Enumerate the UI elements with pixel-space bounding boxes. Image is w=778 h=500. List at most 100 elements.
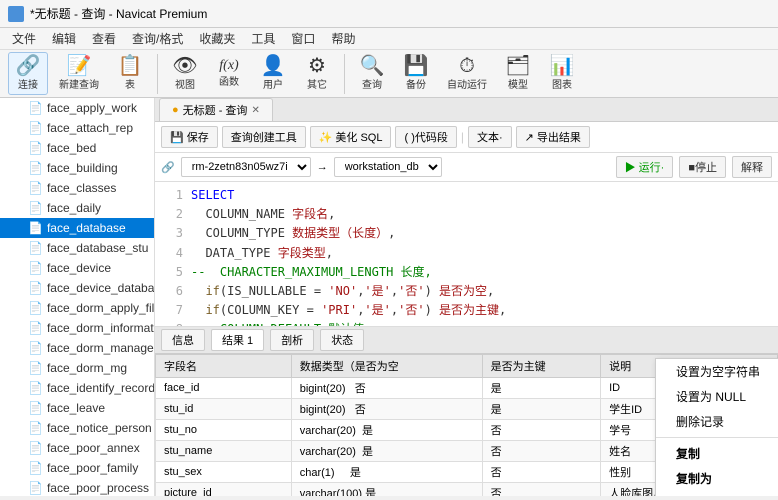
- save-label: 保存: [187, 129, 209, 145]
- beautify-label: 美化 SQL: [335, 129, 382, 145]
- sidebar: 📄face_apply_work 📄face_attach_rep 📄face_…: [0, 98, 155, 496]
- table-button[interactable]: 📋 表: [110, 52, 150, 95]
- run-label: 运行·: [639, 162, 665, 174]
- app-icon: [8, 6, 24, 22]
- query-toolbar: 💾 保存 查询创建工具 ✨ 美化 SQL ( )代码段 | 文本· ↗ 导出结果: [155, 122, 778, 153]
- explain-label: 解释: [741, 162, 763, 174]
- sidebar-item-classes[interactable]: 📄face_classes: [0, 178, 154, 198]
- result-1-tab[interactable]: 结果 1: [211, 329, 264, 351]
- export-icon: ↗: [525, 131, 534, 144]
- sidebar-item-poor-process[interactable]: 📄face_poor_process: [0, 478, 154, 496]
- ctx-paste[interactable]: 粘贴: [656, 491, 778, 496]
- ctx-set-null[interactable]: 设置为 NULL: [656, 384, 778, 409]
- sidebar-item-attach-rep[interactable]: 📄face_attach_rep: [0, 118, 154, 138]
- code-editor[interactable]: 1SELECT 2 COLUMN_NAME 字段名, 3 COLUMN_TYPE…: [155, 182, 778, 327]
- sidebar-item-leave[interactable]: 📄face_leave: [0, 398, 154, 418]
- status-tab[interactable]: 状态: [320, 329, 364, 351]
- beautify-icon: ✨: [319, 131, 333, 144]
- other-icon: ⚙: [308, 56, 326, 76]
- view-icon: 👁: [172, 56, 197, 76]
- main-toolbar: 🔗 连接 📝 新建查询 📋 表 👁 视图 f(x) 函数 👤 用户 ⚙ 其它 🔍…: [0, 50, 778, 98]
- menu-item-查看[interactable]: 查看: [84, 28, 124, 49]
- backup-icon: 💾: [404, 56, 429, 76]
- ctx-set-empty-string[interactable]: 设置为空字符串: [656, 359, 778, 384]
- user-button[interactable]: 👤 用户: [253, 52, 293, 95]
- view-label: 视图: [175, 76, 195, 91]
- model-icon: 🗂: [505, 56, 530, 76]
- db-bar: 🔗 rm-2zetn83n05wz7i → workstation_db ▶ 运…: [155, 153, 778, 182]
- function-icon: f(x): [219, 59, 238, 73]
- stop-button[interactable]: ■停止: [679, 156, 726, 178]
- sidebar-item-apply-work[interactable]: 📄face_apply_work: [0, 98, 154, 118]
- view-button[interactable]: 👁 视图: [165, 52, 205, 95]
- other-button[interactable]: ⚙ 其它: [297, 52, 337, 95]
- sidebar-item-device-database[interactable]: 📄face_device_database: [0, 278, 154, 298]
- query-builder-button[interactable]: 查询创建工具: [222, 126, 306, 148]
- ctx-copy-as[interactable]: 复制为: [656, 466, 778, 491]
- other-label: 其它: [307, 76, 327, 91]
- sidebar-item-database[interactable]: 📄face_database: [0, 218, 154, 238]
- sidebar-item-bed[interactable]: 📄face_bed: [0, 138, 154, 158]
- export-button[interactable]: ↗ 导出结果: [516, 126, 590, 148]
- col-is-pk: 是否为主键: [482, 355, 601, 378]
- backup-button[interactable]: 💾 备份: [396, 52, 436, 95]
- sidebar-item-building[interactable]: 📄face_building: [0, 158, 154, 178]
- sidebar-item-dorm-manager[interactable]: 📄face_dorm_manager: [0, 338, 154, 358]
- menu-item-工具[interactable]: 工具: [243, 28, 283, 49]
- chart-button[interactable]: 📊 图表: [542, 52, 582, 95]
- sidebar-item-poor-annex[interactable]: 📄face_poor_annex: [0, 438, 154, 458]
- sidebar-item-dorm-information[interactable]: 📄face_dorm_informatio: [0, 318, 154, 338]
- model-button[interactable]: 🗂 模型: [498, 52, 538, 95]
- ctx-separator-1: [656, 437, 778, 438]
- save-icon: 💾: [170, 131, 184, 144]
- database-selector[interactable]: workstation_db: [334, 157, 442, 177]
- tab-close-button[interactable]: ✕: [251, 105, 259, 116]
- sidebar-item-dorm-apply-file[interactable]: 📄face_dorm_apply_file: [0, 298, 154, 318]
- info-tab[interactable]: 信息: [161, 329, 205, 351]
- profiling-tab[interactable]: 剖析: [270, 329, 314, 351]
- menu-item-查询/格式[interactable]: 查询/格式: [124, 28, 191, 49]
- new-query-icon: 📝: [67, 56, 92, 76]
- menu-item-编辑[interactable]: 编辑: [44, 28, 84, 49]
- function-button[interactable]: f(x) 函数: [209, 55, 249, 92]
- sidebar-item-poor-family[interactable]: 📄face_poor_family: [0, 458, 154, 478]
- user-label: 用户: [263, 76, 283, 91]
- connect-button[interactable]: 🔗 连接: [8, 52, 48, 95]
- title-bar: *无标题 - 查询 - Navicat Premium: [0, 0, 778, 28]
- run-button[interactable]: ▶ 运行·: [616, 156, 674, 178]
- sidebar-item-notice-person[interactable]: 📄face_notice_person: [0, 418, 154, 438]
- save-button[interactable]: 💾 保存: [161, 126, 218, 148]
- new-query-button[interactable]: 📝 新建查询: [52, 52, 106, 95]
- connect-label: 连接: [18, 76, 38, 91]
- sidebar-item-dorm-mg[interactable]: 📄face_dorm_mg: [0, 358, 154, 378]
- menu-item-文件[interactable]: 文件: [4, 28, 44, 49]
- sidebar-item-daily[interactable]: 📄face_daily: [0, 198, 154, 218]
- query-tab[interactable]: ● 无标题 - 查询 ✕: [159, 98, 273, 121]
- ctx-copy[interactable]: 复制: [656, 441, 778, 466]
- explain-button[interactable]: 解释: [732, 156, 772, 178]
- code-snippet-button[interactable]: ( )代码段: [395, 126, 456, 148]
- new-query-label: 新建查询: [59, 76, 99, 91]
- autorun-icon: ⏱: [459, 56, 475, 76]
- run-icon: ▶: [625, 162, 636, 174]
- sidebar-item-database-stu[interactable]: 📄face_database_stu: [0, 238, 154, 258]
- function-label: 函数: [219, 73, 239, 88]
- query-button[interactable]: 🔍 查询: [352, 52, 392, 95]
- menu-bar: 文件编辑查看查询/格式收藏夹工具窗口帮助: [0, 28, 778, 50]
- menu-item-收藏夹[interactable]: 收藏夹: [191, 28, 243, 49]
- query-tab-icon: ●: [172, 104, 179, 116]
- col-data-type: 数据类型（是否为空: [291, 355, 482, 378]
- toolbar-divider-1: [157, 54, 158, 94]
- menu-item-帮助[interactable]: 帮助: [323, 28, 363, 49]
- sidebar-item-device[interactable]: 📄face_device: [0, 258, 154, 278]
- query-icon: 🔍: [360, 56, 385, 76]
- text-button[interactable]: 文本·: [468, 126, 512, 148]
- beautify-button[interactable]: ✨ 美化 SQL: [310, 126, 392, 148]
- main-layout: 📄face_apply_work 📄face_attach_rep 📄face_…: [0, 98, 778, 496]
- autorun-button[interactable]: ⏱ 自动运行: [440, 52, 494, 95]
- ctx-delete-record[interactable]: 删除记录: [656, 409, 778, 434]
- connection-selector[interactable]: rm-2zetn83n05wz7i: [181, 157, 311, 177]
- menu-item-窗口[interactable]: 窗口: [283, 28, 323, 49]
- sidebar-item-identify-record[interactable]: 📄face_identify_record: [0, 378, 154, 398]
- model-label: 模型: [508, 76, 528, 91]
